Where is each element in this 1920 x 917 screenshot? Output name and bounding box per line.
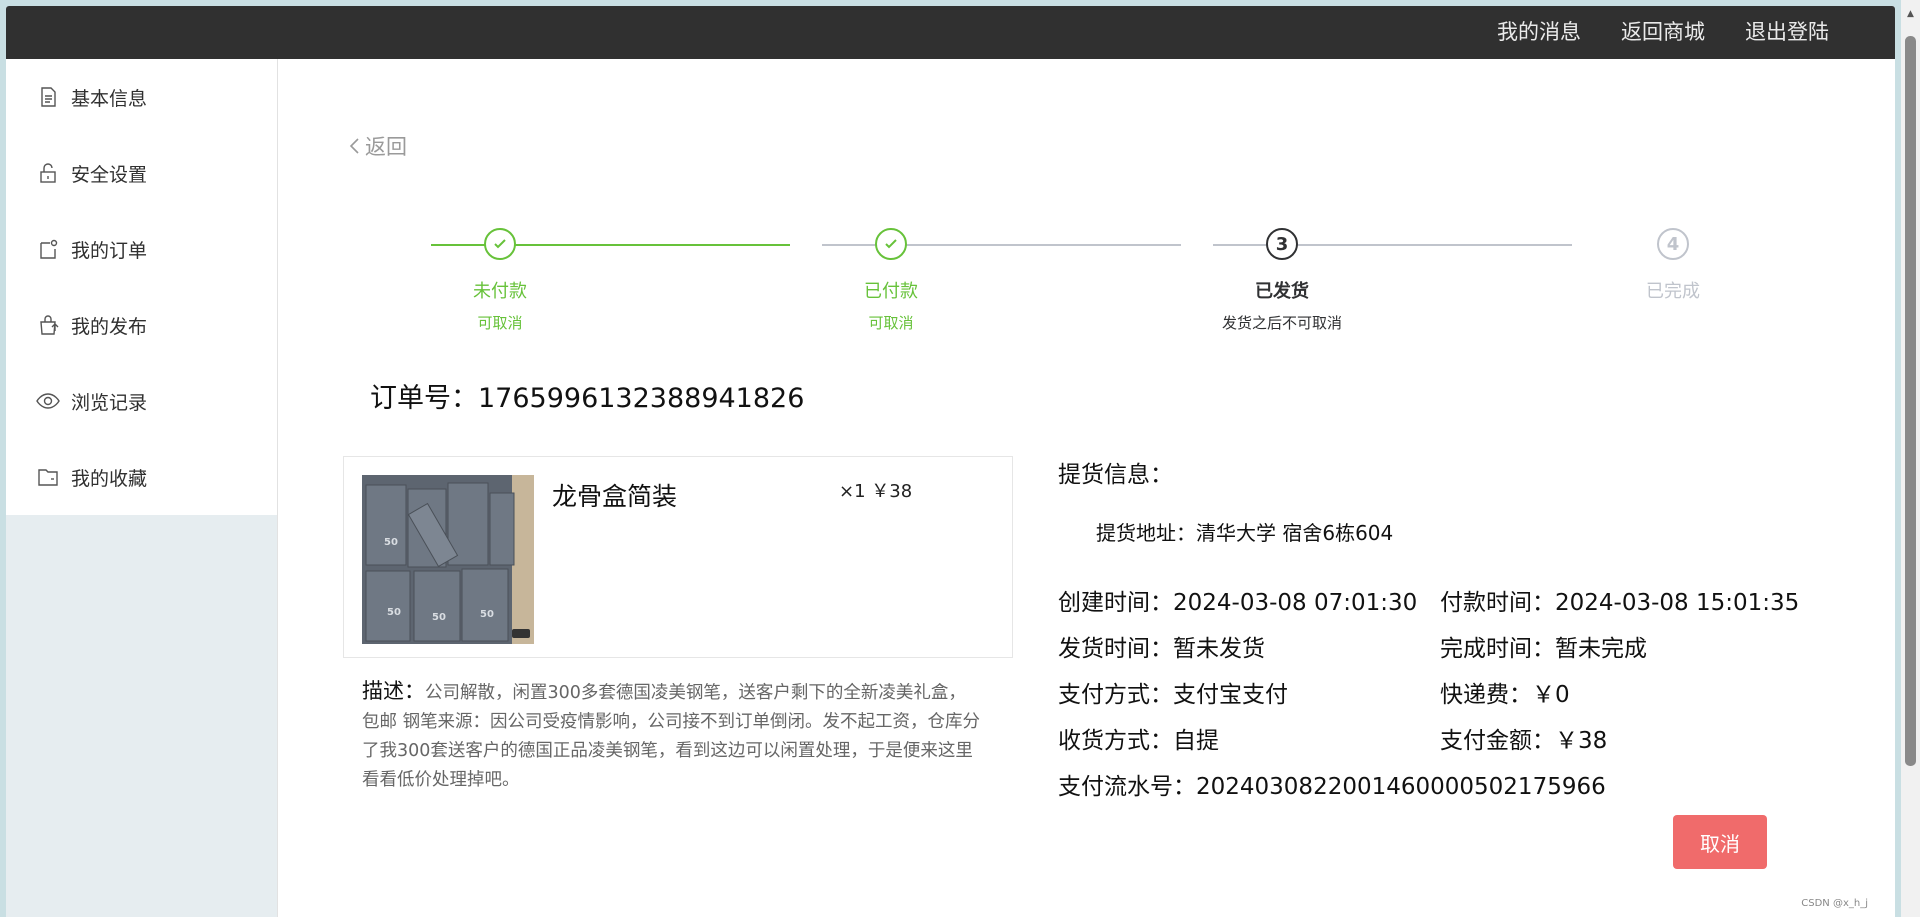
top-bar: 我的消息 返回商城 退出登陆	[6, 6, 1895, 59]
product-image[interactable]: 50 50 50 50	[362, 475, 534, 644]
lock-icon	[40, 163, 56, 183]
svg-text:50: 50	[480, 609, 494, 620]
pickup-address-value: 清华大学 宿舍6栋604	[1196, 521, 1394, 545]
step-4-circle: 4	[1657, 228, 1689, 260]
svg-text:50: 50	[384, 537, 398, 548]
description-text: 公司解散，闲置300多套德国凌美钢笔，送客户剩下的全新凌美礼盒，包邮 钢笔来源：…	[362, 683, 981, 790]
paid-time: 付款时间：2024-03-08 15:01:35	[1440, 590, 1800, 616]
step-1-title: 未付款	[473, 281, 527, 302]
sidebar-item-label: 浏览记录	[71, 391, 148, 414]
sidebar-item-basic-info[interactable]: 基本信息	[6, 59, 277, 135]
step-3-desc: 发货之后不可取消	[1221, 314, 1342, 332]
step-2-title: 已付款	[864, 281, 918, 302]
order-number: 订单号：1765996132388941826	[370, 376, 804, 415]
back-label: 返回	[365, 135, 407, 159]
product-price: ￥38	[871, 481, 913, 502]
payment-serial: 支付流水号：2024030822001460000502175966	[1058, 774, 1606, 800]
logout-link[interactable]: 退出登陆	[1745, 6, 1829, 59]
folder-icon	[38, 469, 58, 486]
product-qty-price: ×1 ￥38	[839, 477, 912, 503]
product-qty: ×1	[839, 481, 866, 502]
payment-amount: 支付金额：￥38	[1440, 728, 1608, 754]
sidebar-item-favorites[interactable]: 我的收藏	[6, 439, 277, 515]
svg-text:50: 50	[432, 612, 446, 623]
order-number-value: 1765996132388941826	[478, 383, 805, 414]
description-label: 描述：	[362, 679, 425, 703]
pickup-address-label: 提货地址：	[1096, 521, 1196, 545]
order-number-label: 订单号：	[370, 383, 478, 414]
scroll-up-arrow-icon[interactable]: ▲	[1901, 0, 1920, 27]
publish-bag-icon	[40, 315, 59, 335]
step-1-circle	[484, 228, 516, 260]
product-name[interactable]: 龙骨盒简装	[552, 477, 677, 513]
sidebar-item-label: 安全设置	[71, 163, 148, 186]
step-2-desc: 可取消	[868, 314, 914, 332]
sidebar-item-published[interactable]: 我的发布	[6, 287, 277, 363]
shipped-time: 发货时间：暂未发货	[1058, 636, 1265, 662]
scrollbar[interactable]: ▲	[1901, 0, 1920, 917]
sidebar-item-orders[interactable]: 我的订单	[6, 211, 277, 287]
product-photo: 50 50 50 50	[362, 475, 534, 644]
check-icon	[885, 239, 897, 249]
browser-window: 我的消息 返回商城 退出登陆 基本信息 安全设置 我的订单 我的发布 浏览记录 …	[6, 6, 1895, 917]
back-to-mall-link[interactable]: 返回商城	[1621, 6, 1705, 59]
sidebar-item-label: 我的发布	[71, 315, 148, 338]
payment-method: 支付方式：支付宝支付	[1058, 682, 1288, 708]
order-icon	[40, 239, 58, 259]
shipping-fee: 快递费：￥0	[1440, 682, 1570, 708]
document-icon	[41, 87, 56, 107]
eye-icon	[36, 393, 60, 409]
check-icon	[494, 239, 506, 249]
chevron-left-icon	[349, 138, 359, 154]
order-steps: 未付款 可取消 已付款 可取消 3 已发货 发货之后不可取消 4 已完成	[278, 224, 1700, 334]
created-time: 创建时间：2024-03-08 07:01:30	[1058, 590, 1418, 616]
scroll-thumb[interactable]	[1905, 36, 1916, 766]
step-1-desc: 可取消	[477, 314, 523, 332]
svg-text:50: 50	[387, 607, 401, 618]
sidebar-item-security[interactable]: 安全设置	[6, 135, 277, 211]
watermark: CSDN @x_h_j	[1801, 898, 1868, 909]
step-3-title: 已发货	[1255, 281, 1309, 302]
step-3-circle: 3	[1266, 228, 1298, 260]
step-2-circle	[875, 228, 907, 260]
sidebar-menu: 基本信息 安全设置 我的订单 我的发布 浏览记录 我的收藏	[6, 59, 277, 515]
product-description: 描述：公司解散，闲置300多套德国凌美钢笔，送客户剩下的全新凌美礼盒，包邮 钢笔…	[362, 677, 982, 795]
my-messages-link[interactable]: 我的消息	[1497, 6, 1581, 59]
main-content: 返回 未付款 可取消 已付款 可取消 3 已发货 发货之后不可取消 4 已完成	[278, 59, 1895, 917]
sidebar-item-label: 我的收藏	[71, 467, 148, 490]
step-4-title: 已完成	[1646, 281, 1700, 302]
cancel-order-button[interactable]: 取消	[1673, 815, 1767, 869]
sidebar-item-history[interactable]: 浏览记录	[6, 363, 277, 439]
pickup-heading: 提货信息：	[1058, 462, 1173, 488]
sidebar-item-label: 基本信息	[71, 87, 148, 110]
back-button[interactable]: 返回	[348, 131, 407, 161]
product-card[interactable]: 50 50 50 50 龙骨盒简装 ×1 ￥38	[343, 456, 1013, 658]
completed-time: 完成时间：暂未完成	[1440, 636, 1647, 662]
receive-method: 收货方式：自提	[1058, 728, 1219, 754]
pickup-address: 提货地址：清华大学 宿舍6栋604	[1096, 517, 1393, 546]
top-nav: 我的消息 返回商城 退出登陆	[1457, 6, 1829, 59]
sidebar: 基本信息 安全设置 我的订单 我的发布 浏览记录 我的收藏	[6, 59, 278, 917]
sidebar-item-label: 我的订单	[71, 239, 148, 262]
